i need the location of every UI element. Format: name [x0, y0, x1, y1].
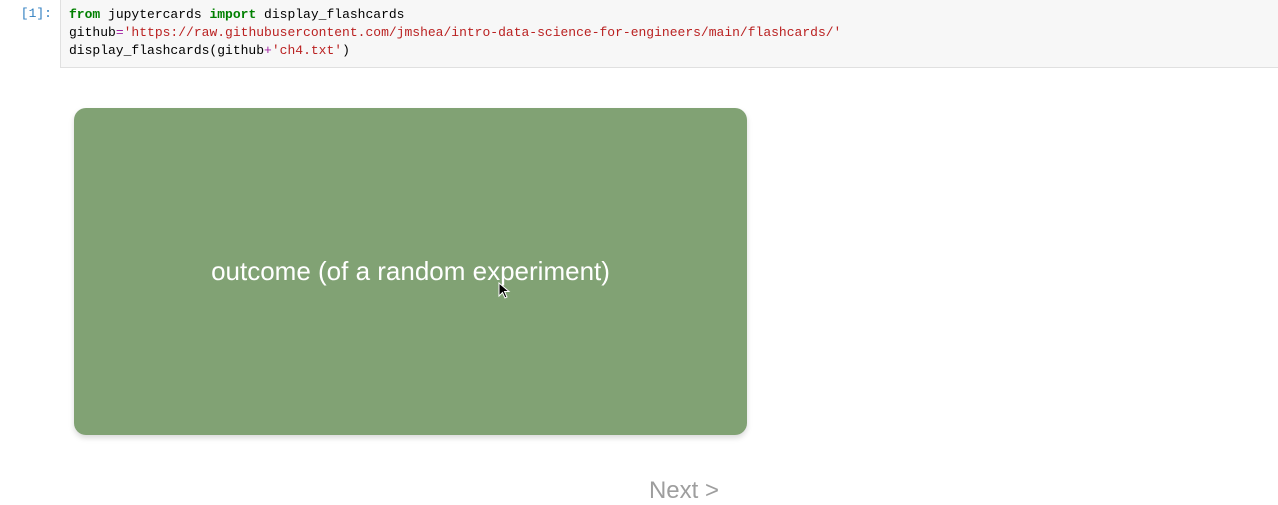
prompt-label: [1]:: [21, 6, 52, 21]
code-cell: [1]: from jupytercards import display_fl…: [0, 0, 1278, 68]
flashcard[interactable]: outcome (of a random experiment): [74, 108, 747, 435]
code-line-2: github='https://raw.githubusercontent.co…: [69, 24, 1270, 42]
output-area: outcome (of a random experiment) Next >: [60, 68, 1278, 505]
code-line-1: from jupytercards import display_flashca…: [69, 6, 1270, 24]
code-input[interactable]: from jupytercards import display_flashca…: [60, 0, 1278, 68]
next-button-container: Next >: [74, 477, 747, 505]
input-prompt: [1]:: [0, 0, 60, 21]
code-line-3: display_flashcards(github+'ch4.txt'): [69, 42, 1270, 60]
next-button[interactable]: Next >: [649, 477, 719, 504]
flashcard-text: outcome (of a random experiment): [211, 256, 610, 287]
